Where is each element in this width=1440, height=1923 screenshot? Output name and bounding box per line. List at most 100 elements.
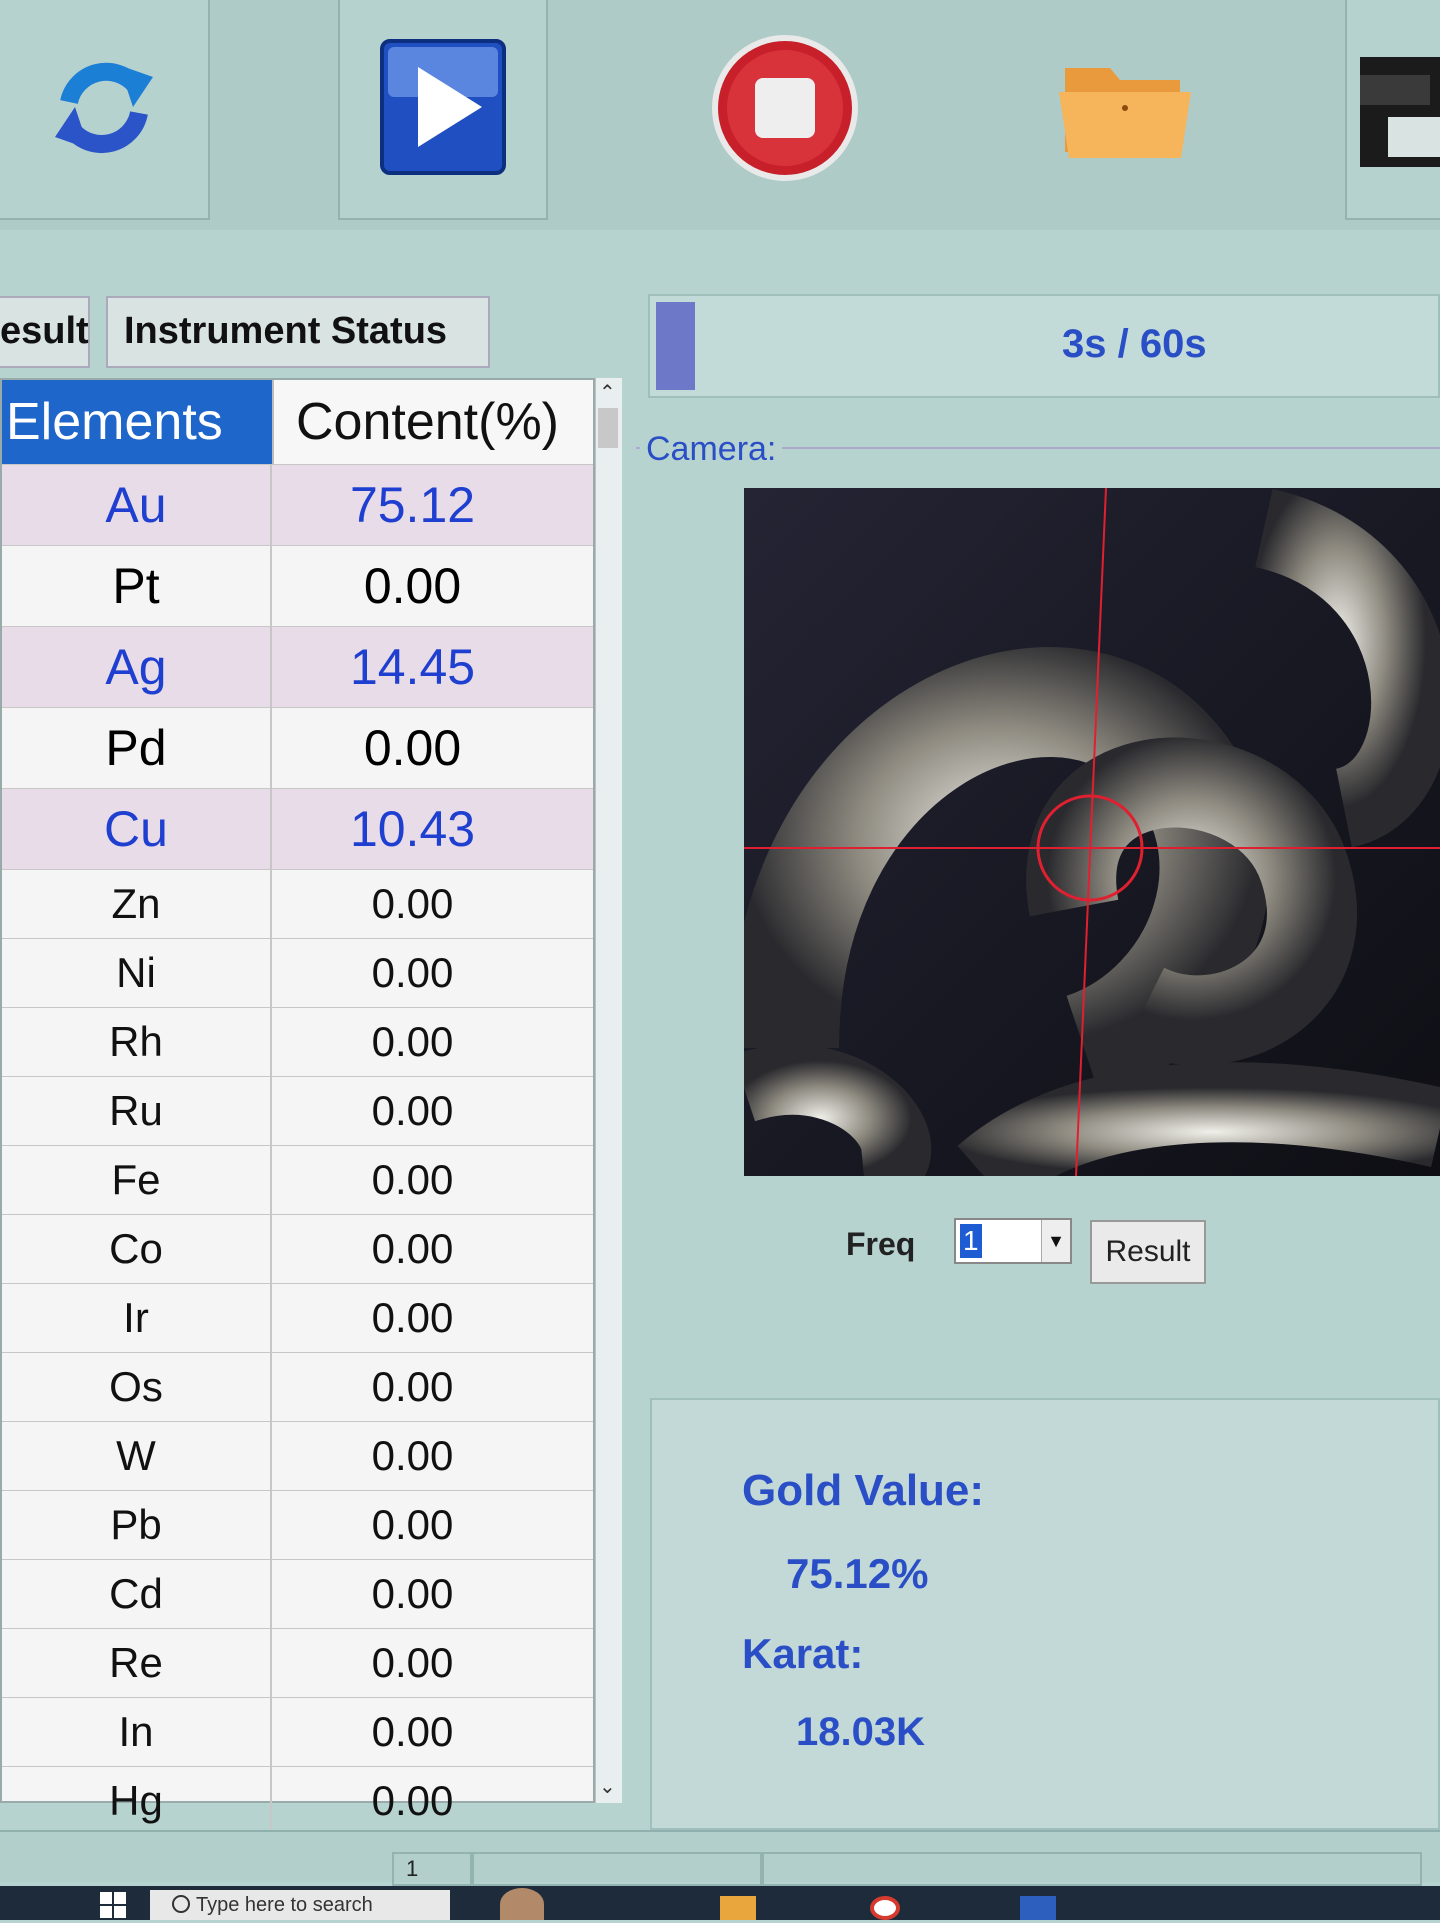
save-button[interactable]: [1345, 0, 1440, 220]
camera-label: Camera:: [640, 430, 783, 469]
table-row[interactable]: Pt 0.00: [2, 545, 593, 626]
open-folder-button[interactable]: [1020, 0, 1230, 220]
content-cell: 0.00: [371, 1432, 454, 1479]
element-cell: Ag: [2, 627, 272, 707]
element-cell: Co: [2, 1215, 272, 1283]
progress-bar: [648, 294, 1440, 398]
content-cell: 14.45: [349, 639, 476, 695]
content-cell: 0.00: [371, 1570, 454, 1617]
element-cell: Fe: [2, 1146, 272, 1214]
element-cell: Cd: [2, 1560, 272, 1628]
content-cell: 0.00: [371, 880, 454, 927]
gold-value-panel: [650, 1398, 1440, 1830]
tab-result[interactable]: esult: [0, 296, 90, 368]
app-icon[interactable]: [1020, 1896, 1056, 1920]
table-row[interactable]: Co 0.00: [2, 1214, 593, 1283]
table-row[interactable]: Pb 0.00: [2, 1490, 593, 1559]
header-content[interactable]: Content(%): [272, 380, 593, 464]
status-page: 1: [392, 1852, 472, 1886]
freq-value: 1: [960, 1224, 982, 1258]
content-cell: 0.00: [371, 1501, 454, 1548]
element-cell: Cu: [2, 789, 272, 869]
content-cell: 0.00: [371, 1018, 454, 1065]
search-icon: [172, 1895, 190, 1913]
taskbar-search-input[interactable]: Type here to search: [150, 1890, 450, 1920]
scroll-up-icon[interactable]: ⌃: [599, 380, 616, 405]
header-elements[interactable]: Elements: [2, 380, 272, 464]
content-cell: 0.00: [371, 1777, 454, 1824]
content-cell: 0.00: [371, 1087, 454, 1134]
table-row[interactable]: Os 0.00: [2, 1352, 593, 1421]
camera-view: [744, 488, 1440, 1176]
status-cell-empty: [472, 1852, 762, 1886]
table-row[interactable]: Rh 0.00: [2, 1007, 593, 1076]
chevron-down-icon[interactable]: ▼: [1041, 1220, 1070, 1262]
table-row[interactable]: Re 0.00: [2, 1628, 593, 1697]
table-row[interactable]: Pd 0.00: [2, 707, 593, 788]
elements-table: Elements Content(%) Au 75.12 Pt 0.00 Ag 14.…: [0, 378, 595, 1835]
result-button[interactable]: Result: [1090, 1220, 1206, 1284]
table-row[interactable]: Zn 0.00: [2, 869, 593, 938]
karat-label: Karat:: [742, 1630, 864, 1677]
element-cell: Hg: [2, 1767, 272, 1835]
content-cell: 75.12: [349, 477, 476, 533]
element-cell: Ru: [2, 1077, 272, 1145]
refresh-button[interactable]: [0, 0, 210, 220]
table-row[interactable]: W 0.00: [2, 1421, 593, 1490]
table-row[interactable]: Ru 0.00: [2, 1076, 593, 1145]
gold-value: 75.12%: [786, 1550, 929, 1597]
content-cell: 0.00: [371, 1363, 454, 1410]
windows-icon[interactable]: [100, 1892, 126, 1918]
content-cell: 0.00: [363, 558, 462, 614]
freq-select[interactable]: 1 ▼: [954, 1218, 1072, 1264]
table-row[interactable]: Ni 0.00: [2, 938, 593, 1007]
element-cell: Ir: [2, 1284, 272, 1352]
progress-fill: [656, 302, 695, 390]
table-row[interactable]: Fe 0.00: [2, 1145, 593, 1214]
toolbar: [0, 0, 1440, 230]
chrome-icon[interactable]: [870, 1896, 900, 1920]
folder-icon: [1055, 48, 1195, 173]
play-icon: [378, 37, 508, 182]
element-cell: Ni: [2, 939, 272, 1007]
table-row[interactable]: Cu 10.43: [2, 788, 593, 869]
freq-label: Freq: [846, 1226, 916, 1262]
scrollbar-thumb[interactable]: [598, 408, 618, 448]
table-header: Elements Content(%): [2, 380, 593, 464]
content-cell: 0.00: [371, 1639, 454, 1686]
table-row[interactable]: Ag 14.45: [2, 626, 593, 707]
element-cell: Pt: [2, 546, 272, 626]
element-cell: Os: [2, 1353, 272, 1421]
refresh-icon: [49, 47, 159, 172]
content-cell: 0.00: [363, 720, 462, 776]
table-row[interactable]: Hg 0.00: [2, 1766, 593, 1835]
element-cell: Pd: [2, 708, 272, 788]
file-explorer-icon[interactable]: [720, 1896, 756, 1920]
table-row[interactable]: Au 75.12: [2, 464, 593, 545]
scroll-down-icon[interactable]: ⌄: [599, 1774, 616, 1799]
content-cell: 0.00: [371, 1156, 454, 1203]
element-cell: In: [2, 1698, 272, 1766]
element-cell: Rh: [2, 1008, 272, 1076]
status-cell-empty: [762, 1852, 1422, 1886]
gold-value-label: Gold Value:: [742, 1466, 985, 1515]
table-row[interactable]: Ir 0.00: [2, 1283, 593, 1352]
stop-icon: [710, 33, 860, 188]
content-cell: 0.00: [371, 949, 454, 996]
content-cell: 10.43: [349, 801, 476, 857]
play-button[interactable]: [338, 0, 548, 220]
karat-value: 18.03K: [796, 1710, 925, 1754]
table-row[interactable]: Cd 0.00: [2, 1559, 593, 1628]
element-cell: Zn: [2, 870, 272, 938]
table-scrollbar[interactable]: ⌃ ⌄: [595, 378, 622, 1803]
element-cell: Pb: [2, 1491, 272, 1559]
avatar[interactable]: [500, 1888, 544, 1920]
stop-button[interactable]: [680, 0, 890, 220]
content-cell: 0.00: [371, 1708, 454, 1755]
content-cell: 0.00: [371, 1294, 454, 1341]
table-row[interactable]: In 0.00: [2, 1697, 593, 1766]
save-icon: [1360, 47, 1440, 172]
tab-instrument-status[interactable]: Instrument Status: [106, 296, 490, 368]
element-cell: Au: [2, 465, 272, 545]
element-cell: W: [2, 1422, 272, 1490]
